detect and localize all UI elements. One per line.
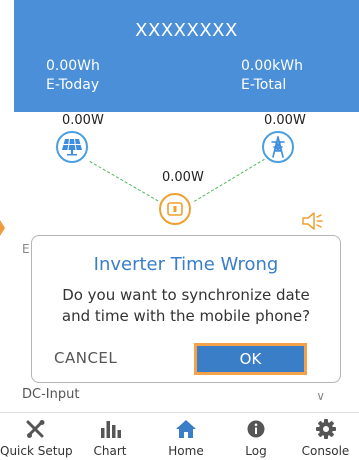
dialog-message: Do you want to synchronize date and time…: [38, 285, 334, 327]
tab-chart-label: Chart: [93, 444, 127, 458]
e-total-stat: 0.00kWh E-Total: [241, 57, 303, 95]
tab-chart[interactable]: Chart: [80, 413, 140, 460]
tab-console[interactable]: Console: [292, 413, 359, 460]
tab-quick-setup[interactable]: Quick Setup: [0, 413, 73, 460]
tools-icon: [26, 420, 45, 438]
speaker-icon: [302, 212, 323, 230]
cancel-button[interactable]: CANCEL: [54, 349, 117, 367]
inverter-node[interactable]: [159, 193, 191, 225]
pv-flow-line: [89, 161, 159, 202]
chevron-down-icon: ∨: [316, 389, 325, 403]
side-arrow-marker: [0, 220, 5, 236]
bar-chart-icon: [101, 421, 121, 438]
bottom-tab-bar: Quick Setup Chart Home Log Console: [0, 412, 359, 460]
tab-log[interactable]: Log: [225, 413, 287, 460]
tab-console-label: Console: [301, 444, 350, 458]
dialog-title: Inverter Time Wrong: [93, 254, 279, 275]
power-tower-icon: [271, 136, 285, 158]
dialog-message-line-1: Do you want to synchronize date: [62, 286, 310, 304]
partial-label: E: [22, 242, 30, 256]
ok-button[interactable]: OK: [194, 343, 307, 375]
grid-tower-node[interactable]: [262, 131, 294, 163]
grid-flow-line: [194, 158, 265, 202]
dc-input-row[interactable]: DC-Input ∨: [22, 387, 337, 409]
gear-icon: [315, 419, 336, 439]
dc-input-label: DC-Input: [22, 387, 80, 402]
speaker-toggle[interactable]: [300, 209, 324, 237]
solar-panel-icon: [62, 138, 82, 156]
e-total-label: E-Total: [241, 77, 287, 93]
e-today-label: E-Today: [46, 77, 100, 93]
grid-power-value: 0.00W: [264, 113, 306, 128]
device-title: XXXXXXXX: [135, 20, 238, 41]
tab-home[interactable]: Home: [151, 413, 221, 460]
e-total-value: 0.00kWh: [241, 58, 303, 74]
solar-panel-node[interactable]: [56, 131, 88, 163]
pv-power-value: 0.00W: [62, 113, 104, 128]
time-sync-dialog: Inverter Time Wrong Do you want to synch…: [31, 235, 341, 383]
tab-home-label: Home: [168, 444, 204, 458]
e-today-value: 0.00Wh: [46, 58, 100, 74]
inverter-icon: [167, 202, 183, 216]
tab-quick-setup-label: Quick Setup: [0, 444, 73, 458]
home-icon: [176, 420, 196, 438]
info-icon: [247, 420, 265, 438]
tab-log-label: Log: [245, 444, 267, 458]
e-today-stat: 0.00Wh E-Today: [46, 57, 100, 95]
inverter-power-value: 0.00W: [162, 170, 204, 185]
header-panel: XXXXXXXX 0.00Wh E-Today 0.00kWh E-Total: [14, 0, 359, 112]
dialog-message-line-2: and time with the mobile phone?: [61, 307, 311, 325]
